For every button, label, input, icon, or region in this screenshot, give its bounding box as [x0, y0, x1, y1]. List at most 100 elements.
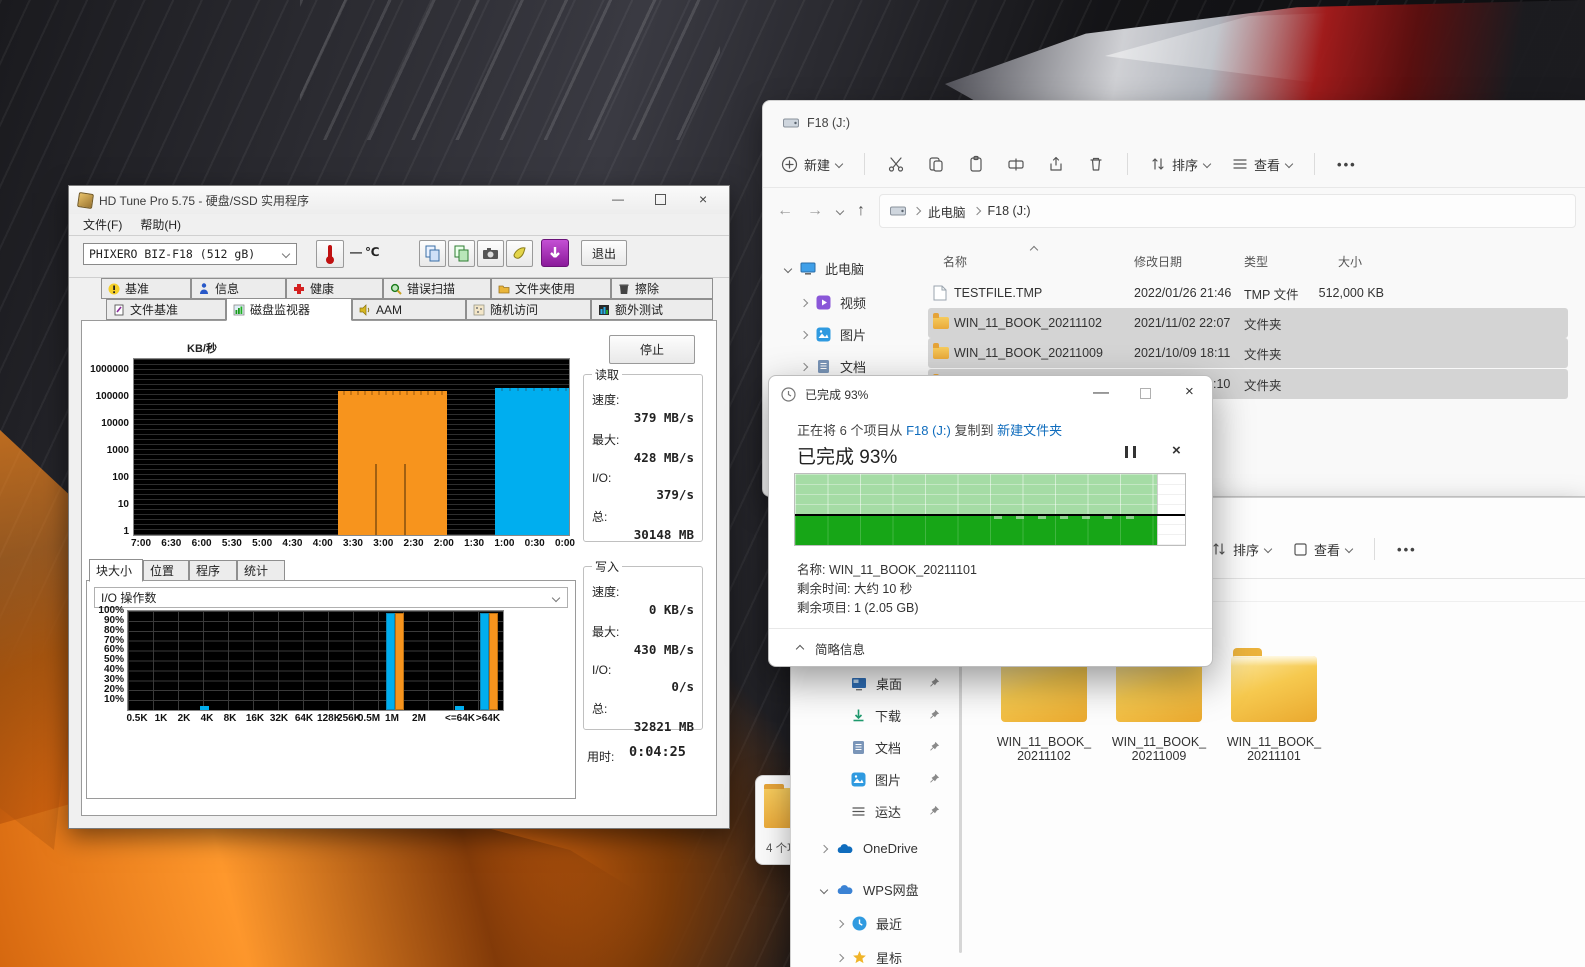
- forward-button[interactable]: →: [807, 202, 823, 220]
- tab-erase[interactable]: 擦除: [611, 278, 713, 299]
- tab-random-access[interactable]: 随机访问: [466, 299, 591, 320]
- expand-chevron-icon[interactable]: [819, 885, 829, 894]
- graph-lower-area: [795, 516, 1158, 545]
- dialog-maximize-button[interactable]: [1140, 388, 1151, 399]
- explorer-tab[interactable]: F18 (J:): [773, 111, 860, 135]
- tab-folder-usage[interactable]: 文件夹使用: [491, 278, 611, 299]
- hdtune-maximize-button[interactable]: [655, 194, 666, 205]
- sort-button[interactable]: 排序: [1150, 155, 1212, 174]
- share-button[interactable]: [1047, 155, 1065, 173]
- expand-chevron-icon[interactable]: [783, 264, 793, 273]
- column-date[interactable]: 修改日期: [1134, 253, 1182, 270]
- subtab-statistics[interactable]: 统计: [237, 560, 285, 581]
- details-toggle[interactable]: 简略信息: [795, 639, 865, 658]
- paste-button[interactable]: [967, 155, 985, 173]
- copy-text-button[interactable]: [419, 240, 446, 267]
- temperature-button[interactable]: [316, 240, 344, 268]
- collapse-chevron-icon[interactable]: [799, 362, 809, 371]
- exit-button[interactable]: 退出: [581, 240, 627, 266]
- collapse-chevron-icon[interactable]: [799, 330, 809, 339]
- column-size[interactable]: 大小: [1338, 253, 1362, 270]
- hdtune-minimize-button[interactable]: —: [612, 192, 624, 206]
- folder-tile-20211101[interactable]: WIN_11_BOOK_ 20211101: [1224, 648, 1324, 763]
- sidebar-item-desktop[interactable]: 桌面: [851, 674, 902, 693]
- menu-file[interactable]: 文件(F): [83, 216, 122, 233]
- breadcrumb-this-pc[interactable]: 此电脑: [928, 202, 966, 221]
- pause-button[interactable]: [1125, 446, 1136, 458]
- file-row-20211102[interactable]: WIN_11_BOOK_20211102 2021/11/02 22:07 文件…: [928, 308, 1568, 338]
- sidebar-item-this-pc[interactable]: 此电脑: [783, 259, 864, 278]
- tab-file-benchmark[interactable]: 文件基准: [106, 299, 226, 320]
- dialog-close-button[interactable]: ×: [1185, 383, 1194, 400]
- io-metric-dropdown[interactable]: I/O 操作数: [94, 587, 568, 608]
- more-options-button[interactable]: •••: [1397, 542, 1417, 557]
- aam-quick-button[interactable]: [506, 240, 533, 267]
- view-button[interactable]: 查看: [1293, 540, 1354, 559]
- sidebar-item-onedrive[interactable]: OneDrive: [819, 841, 918, 856]
- collapse-chevron-icon[interactable]: [835, 919, 845, 928]
- history-chevron-icon[interactable]: [835, 206, 845, 216]
- tab-health[interactable]: 健康: [286, 278, 383, 299]
- screenshot-button[interactable]: [477, 240, 504, 267]
- subtab-process[interactable]: 程序: [189, 560, 237, 581]
- copy-image-button[interactable]: [448, 240, 475, 267]
- breadcrumb[interactable]: 此电脑 F18 (J:): [879, 194, 1576, 228]
- sidebar-item-documents[interactable]: 文档: [799, 357, 866, 376]
- explorer2-command-bar: 排序 查看 •••: [1211, 526, 1585, 572]
- more-options-button[interactable]: •••: [1337, 157, 1357, 172]
- tab-error-scan[interactable]: 错误扫描: [383, 278, 491, 299]
- stop-button[interactable]: 停止: [609, 335, 695, 364]
- sidebar-item-wps-cloud[interactable]: WPS网盘: [819, 880, 919, 899]
- folder-icon: [1231, 648, 1317, 722]
- new-button[interactable]: 新建: [781, 155, 844, 174]
- back-button[interactable]: ←: [777, 202, 793, 220]
- breadcrumb-current[interactable]: F18 (J:): [988, 204, 1031, 218]
- sidebar-item-documents[interactable]: 文档: [851, 738, 901, 757]
- file-row-testfile[interactable]: TESTFILE.TMP 2022/01/26 21:46 TMP 文件 512…: [928, 278, 1568, 308]
- subtab-position[interactable]: 位置: [143, 560, 189, 581]
- view-button[interactable]: 查看: [1232, 155, 1294, 174]
- up-button[interactable]: ↑: [857, 202, 865, 220]
- sidebar-item-yunda[interactable]: 运达: [851, 802, 901, 821]
- menu-help[interactable]: 帮助(H): [140, 216, 181, 233]
- collapse-chevron-icon[interactable]: [819, 844, 829, 853]
- sidebar-item-pictures[interactable]: 图片: [851, 770, 901, 789]
- drive-selector[interactable]: PHIXERO BIZ-F18 (512 gB): [83, 243, 297, 265]
- read-total-value: 30148 MB: [633, 527, 694, 542]
- delete-button[interactable]: [1087, 155, 1105, 173]
- tab-info[interactable]: 信息: [191, 278, 286, 299]
- cut-button[interactable]: [887, 155, 905, 173]
- column-type[interactable]: 类型: [1244, 253, 1268, 270]
- copy-button[interactable]: [927, 155, 945, 173]
- collapse-chevron-icon[interactable]: [799, 298, 809, 307]
- sort-button[interactable]: 排序: [1211, 540, 1273, 559]
- y-tick: 1000000: [90, 364, 129, 375]
- destination-link[interactable]: 新建文件夹: [997, 423, 1062, 438]
- dialog-minimize-button[interactable]: —: [1093, 384, 1109, 402]
- write-io-value: 0/s: [671, 679, 694, 694]
- pin-icon: [930, 741, 940, 751]
- dialog-titlebar[interactable]: 已完成 93% — ×: [769, 376, 1212, 412]
- download-update-button[interactable]: [541, 239, 569, 267]
- write-speed-value: 0 KB/s: [648, 602, 694, 617]
- sidebar-item-recent[interactable]: 最近: [835, 914, 902, 933]
- tab-benchmark[interactable]: 基准: [101, 278, 191, 299]
- sidebar-item-pictures[interactable]: 图片: [799, 325, 866, 344]
- sidebar-item-starred[interactable]: 星标: [835, 948, 902, 967]
- rename-button[interactable]: [1007, 155, 1025, 173]
- hdtune-titlebar[interactable]: HD Tune Pro 5.75 - 硬盘/SSD 实用程序 — ×: [69, 186, 729, 214]
- source-link[interactable]: F18 (J:): [906, 423, 951, 438]
- file-row-20211009[interactable]: WIN_11_BOOK_20211009 2021/10/09 18:11 文件…: [928, 338, 1568, 368]
- bar-write-gt64k: [489, 613, 498, 710]
- tab-extra-tests[interactable]: 额外测试: [591, 299, 713, 320]
- tab-disk-monitor[interactable]: 磁盘监视器: [226, 298, 352, 321]
- cancel-copy-button[interactable]: ×: [1172, 442, 1181, 459]
- column-name[interactable]: 名称: [943, 253, 967, 270]
- subtab-block-size[interactable]: 块大小: [89, 559, 143, 582]
- hdtune-window-title: HD Tune Pro 5.75 - 硬盘/SSD 实用程序: [99, 193, 310, 208]
- sidebar-item-videos[interactable]: 视频: [799, 293, 866, 312]
- hdtune-close-button[interactable]: ×: [699, 191, 707, 207]
- tab-aam[interactable]: AAM: [352, 299, 466, 320]
- sidebar-item-downloads[interactable]: 下载: [851, 706, 901, 725]
- collapse-chevron-icon[interactable]: [835, 953, 845, 962]
